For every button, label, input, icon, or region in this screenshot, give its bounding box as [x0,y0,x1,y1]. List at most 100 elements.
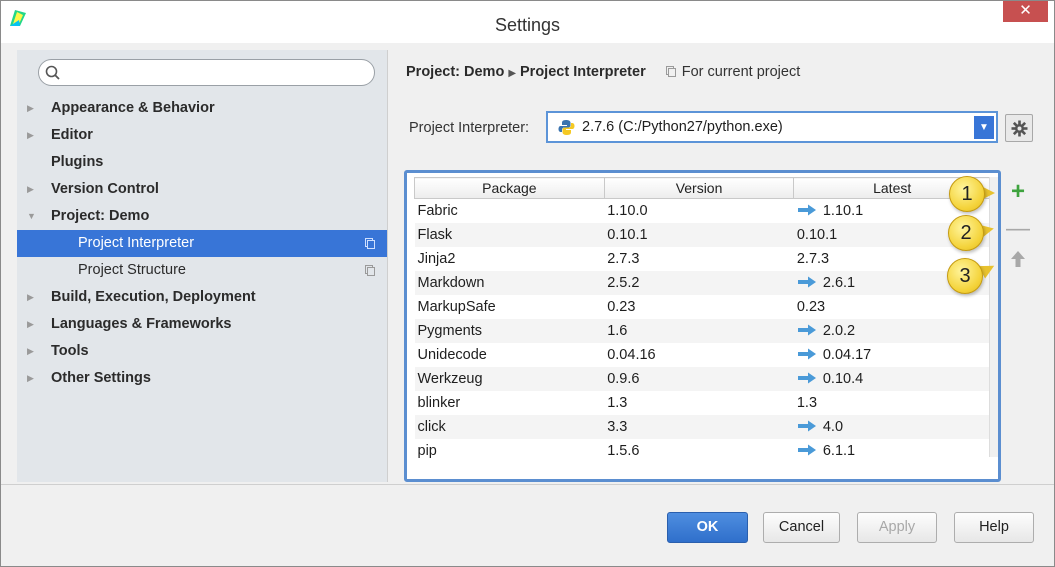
package-version-cell: 0.23 [607,298,636,315]
search-icon [45,65,60,80]
table-row[interactable]: Flask 0.10.1 0.10.1 [414,222,991,247]
table-row[interactable]: MarkupSafe 0.23 0.23 [415,295,991,319]
add-package-button[interactable]: + [1005,180,1031,206]
expand-arrow-icon[interactable]: ▶ [27,311,34,338]
table-row[interactable]: blinker 1.3 1.3 [415,391,991,415]
close-button[interactable]: ✕ [1003,1,1048,22]
tree-item-plugins[interactable]: Plugins [17,149,387,176]
table-scrollbar[interactable] [989,177,998,457]
tree-item-label: Other Settings [51,370,151,386]
tree-item-other-settings[interactable]: ▶ Other Settings [17,365,387,392]
settings-window: Settings ✕ ▶ Appearance & Behavior ▶ Edi… [0,0,1055,567]
tree-item-version-control[interactable]: ▶ Version Control [17,176,387,203]
upgrade-available-icon [797,324,816,335]
package-name-cell: Flask [414,222,605,247]
scope-label: For current project [681,64,801,80]
packages-table-body: Fabric 1.10.0 1.10.1 Flask 0.10.1 0.10.1 Jinja… [414,199,991,463]
breadcrumb-separator-icon: ▶ [508,68,517,79]
tree-item-tools[interactable]: ▶ Tools [17,338,387,365]
tree-item-project-demo[interactable]: ▼ Project: Demo [17,203,387,230]
callout-2: 2 [948,215,984,251]
tree-item-appearance-behavior[interactable]: ▶ Appearance & Behavior [17,95,387,122]
latest-version-label: 4.0 [822,418,844,435]
latest-version-label: 2.7.3 [796,250,830,267]
package-name-cell: Unidecode [417,346,487,363]
interpreter-select[interactable]: 2.7.6 (C:/Python27/python.exe) ▼ [546,111,998,143]
package-name-cell: Werkzeug [414,366,605,391]
tree-item-label: Build, Execution, Deployment [51,289,256,305]
callout-3: 3 [947,258,983,294]
expand-arrow-icon[interactable]: ▶ [27,338,34,365]
chevron-down-icon[interactable]: ▼ [974,116,994,139]
packages-table-container: Package Version Latest Fabric 1.10.0 1.10.… [404,170,1001,482]
package-version-cell: 1.10.0 [607,202,648,219]
remove-package-button[interactable]: — [1005,217,1031,243]
package-name-cell: Pygments [414,318,605,343]
tree-item-languages-frameworks[interactable]: ▶ Languages & Frameworks [17,311,387,338]
expand-arrow-icon[interactable]: ▶ [27,95,34,122]
dialog-footer: OK Cancel Apply Help [1,484,1054,566]
table-row[interactable]: click 3.3 4.0 [414,414,991,439]
package-name-cell: Markdown [414,270,605,295]
package-version-cell: 3.3 [604,414,794,439]
breadcrumb-page: Project Interpreter [520,64,646,80]
settings-search-input[interactable] [38,59,375,86]
table-header-row: Package Version Latest [414,177,991,199]
package-name-cell: blinker [417,394,461,411]
latest-version-label: 1.3 [796,394,818,411]
package-version-cell: 2.5.2 [604,270,794,295]
ok-button[interactable]: OK [667,512,748,543]
tree-item-build-execution-deployment[interactable]: ▶ Build, Execution, Deployment [17,284,387,311]
column-header-version[interactable]: Version [603,177,795,199]
tree-item-label: Version Control [51,181,159,197]
upgrade-available-icon [797,204,816,216]
settings-sidebar: ▶ Appearance & Behavior ▶ Editor Plugins… [17,50,388,482]
callout-1: 1 [949,176,985,212]
apply-button[interactable]: Apply [857,512,937,543]
table-row[interactable]: Fabric 1.10.0 1.10.1 [415,199,991,223]
latest-version-label: 1.10.1 [822,202,864,219]
tree-item-editor[interactable]: ▶ Editor [17,122,387,149]
table-row[interactable]: Unidecode 0.04.16 0.04.17 [415,343,991,367]
expand-arrow-icon[interactable]: ▶ [27,365,34,392]
breadcrumb: Project: Demo ▶ Project Interpreter For cu… [406,64,800,80]
package-latest-cell: 0.23 [794,295,991,319]
interpreter-label: Project Interpreter: [409,120,530,136]
upgrade-available-icon [797,276,816,287]
upgrade-available-icon [797,348,816,359]
table-row[interactable]: pip 1.5.6 6.1.1 [415,439,991,463]
tree-item-label: Editor [51,127,93,143]
cancel-button[interactable]: Cancel [763,512,840,543]
scope-note: For current project [665,64,801,80]
table-row[interactable]: Markdown 2.5.2 2.6.1 [414,270,991,295]
upgrade-package-button[interactable] [1005,249,1031,275]
project-scope-icon [365,238,375,249]
breadcrumb-project: Project: Demo [406,64,505,80]
expand-arrow-icon[interactable]: ▶ [27,284,34,311]
package-latest-cell: 0.04.17 [794,343,991,367]
expand-arrow-icon[interactable]: ▶ [27,122,34,149]
package-name-cell: Jinja2 [417,250,456,267]
packages-table: Package Version Latest Fabric 1.10.0 1.10.… [414,177,991,463]
package-latest-cell: 1.3 [794,391,991,415]
upgrade-arrow-icon [1011,251,1025,267]
latest-version-label: 6.1.1 [822,442,856,459]
upgrade-available-icon [797,444,816,455]
table-row[interactable]: Pygments 1.6 2.0.2 [414,318,991,343]
package-version-cell: 0.9.6 [604,366,794,391]
table-row[interactable]: Werkzeug 0.9.6 0.10.4 [414,366,991,391]
tree-item-project-structure[interactable]: Project Structure [17,257,387,284]
collapse-arrow-icon[interactable]: ▼ [27,203,36,230]
table-row[interactable]: Jinja2 2.7.3 2.7.3 [415,247,991,271]
tree-item-project-interpreter[interactable]: Project Interpreter [17,230,387,257]
interpreter-settings-button[interactable] [1005,114,1033,142]
project-scope-icon [665,66,676,77]
latest-version-label: 0.23 [796,298,826,315]
settings-tree: ▶ Appearance & Behavior ▶ Editor Plugins… [17,95,387,392]
expand-arrow-icon[interactable]: ▶ [27,176,34,203]
package-name-cell: click [414,414,605,439]
latest-version-label: 0.10.1 [796,226,838,243]
column-header-package[interactable]: Package [414,177,605,199]
window-title: Settings [494,15,561,35]
help-button[interactable]: Help [954,512,1034,543]
